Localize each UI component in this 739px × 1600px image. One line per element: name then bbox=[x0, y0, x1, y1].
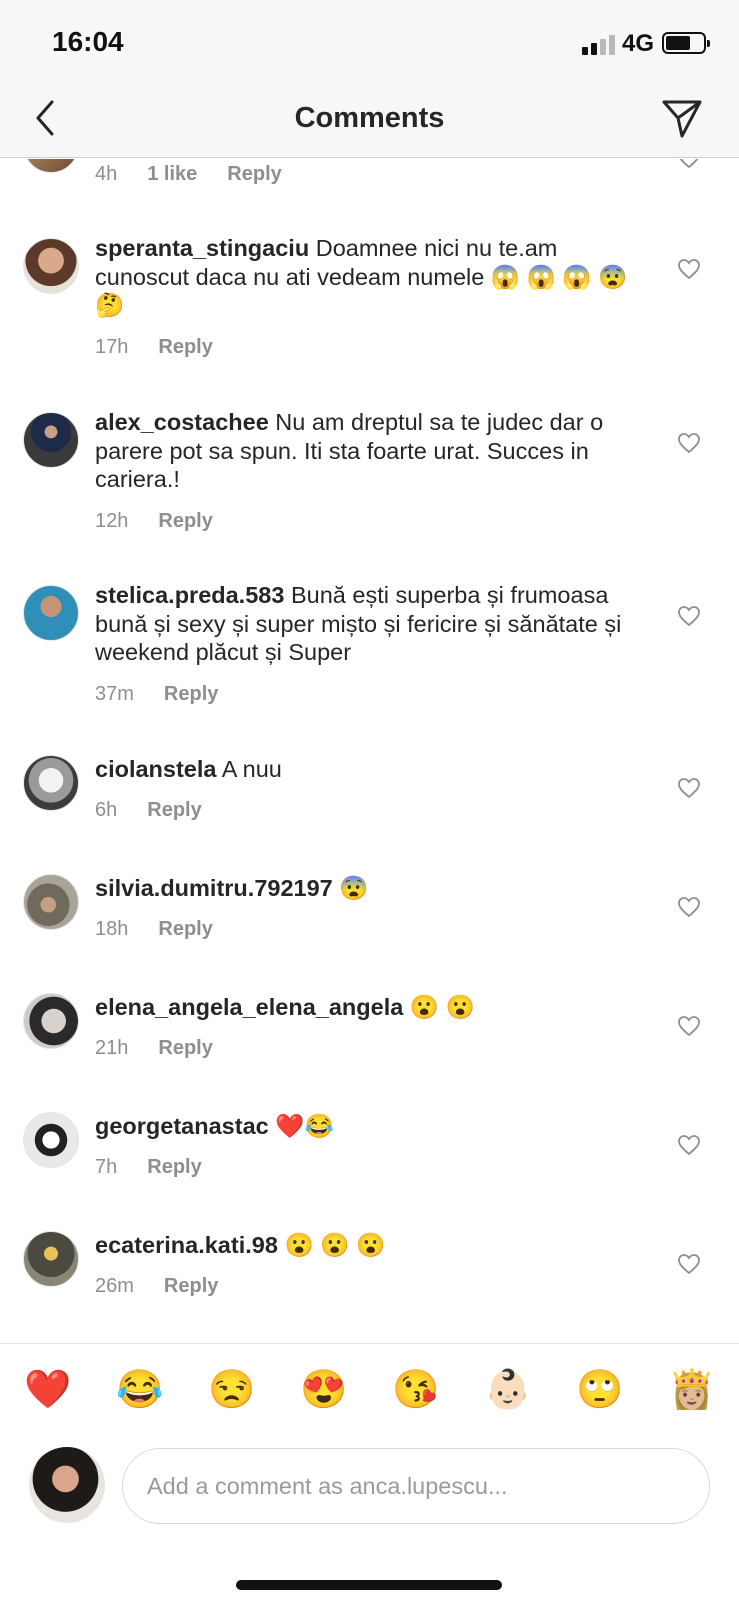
commenter-avatar[interactable] bbox=[23, 238, 79, 294]
comment-body: 😨 bbox=[339, 875, 369, 901]
reply-button[interactable]: Reply bbox=[158, 918, 212, 941]
comments-list[interactable]: 4h 1 like Reply speranta_stingaciu Doamn… bbox=[0, 159, 739, 1343]
reply-button[interactable]: Reply bbox=[158, 336, 212, 359]
comment-time: 6h bbox=[95, 799, 118, 821]
comment-body: ❤️😂 bbox=[275, 1113, 334, 1139]
emoji-princess-button[interactable]: 👸🏼 bbox=[668, 1366, 716, 1414]
comment-text: elena_angela_elena_angela 😮 😮 bbox=[95, 993, 635, 1022]
comment-username[interactable]: ecaterina.kati.98 bbox=[95, 1232, 278, 1258]
commenter-avatar[interactable] bbox=[23, 755, 79, 811]
comment-meta: 17h Reply bbox=[95, 336, 213, 359]
comment-text: speranta_stingaciu Doamnee nici nu te.am… bbox=[95, 234, 635, 320]
status-time: 16:04 bbox=[52, 26, 124, 57]
signal-icon bbox=[582, 33, 618, 55]
comment-input[interactable] bbox=[122, 1448, 710, 1524]
commenter-avatar[interactable] bbox=[23, 874, 79, 930]
comment-meta: 37m Reply bbox=[95, 683, 218, 706]
reply-button[interactable]: Reply bbox=[164, 683, 218, 706]
comment-meta: 4h 1 like Reply bbox=[95, 163, 282, 186]
heart-icon[interactable] bbox=[677, 1253, 701, 1275]
emoji-unamused-button[interactable]: 😒 bbox=[208, 1366, 256, 1414]
comment-body: 😮 😮 bbox=[409, 994, 475, 1020]
comment-username[interactable]: elena_angela_elena_angela bbox=[95, 994, 403, 1020]
comment-meta: 21h Reply bbox=[95, 1037, 213, 1060]
comment-time: 4h bbox=[95, 163, 118, 185]
emoji-laugh-button[interactable]: 😂 bbox=[116, 1366, 164, 1414]
commenter-avatar[interactable] bbox=[23, 993, 79, 1049]
comment-username[interactable]: alex_costachee bbox=[95, 409, 269, 435]
comment-text: ecaterina.kati.98 😮 😮 😮 bbox=[95, 1231, 635, 1260]
commenter-avatar[interactable] bbox=[23, 1112, 79, 1168]
comment-meta: 7h Reply bbox=[95, 1156, 202, 1179]
comment-text: alex_costachee Nu am dreptul sa te judec… bbox=[95, 408, 635, 494]
battery-icon bbox=[662, 32, 710, 54]
emoji-baby-button[interactable]: 👶🏻 bbox=[484, 1366, 532, 1414]
heart-icon[interactable] bbox=[677, 777, 701, 799]
comment-text: georgetanastac ❤️😂 bbox=[95, 1112, 635, 1141]
comment-username[interactable]: ciolanstela bbox=[95, 756, 216, 782]
comment-meta: 6h Reply bbox=[95, 799, 202, 822]
emoji-kiss-button[interactable]: 😘 bbox=[392, 1366, 440, 1414]
home-indicator bbox=[236, 1580, 502, 1590]
comment-meta: 18h Reply bbox=[95, 918, 213, 941]
my-avatar bbox=[29, 1447, 105, 1523]
comment-time: 7h bbox=[95, 1156, 118, 1178]
comment-time: 21h bbox=[95, 1037, 129, 1059]
comment-time: 18h bbox=[95, 918, 129, 940]
comment-time: 26m bbox=[95, 1275, 134, 1297]
nav-bar: Comments bbox=[0, 88, 739, 158]
comment-time: 12h bbox=[95, 510, 129, 532]
comment-time: 37m bbox=[95, 683, 134, 705]
emoji-heart-button[interactable]: ❤️ bbox=[24, 1366, 72, 1414]
comment-username[interactable]: georgetanastac bbox=[95, 1113, 269, 1139]
commenter-avatar[interactable] bbox=[23, 159, 79, 173]
reply-button[interactable]: Reply bbox=[147, 1156, 201, 1179]
commenter-avatar[interactable] bbox=[23, 412, 79, 468]
comment-body: A nuu bbox=[221, 756, 282, 782]
comment-meta: 26m Reply bbox=[95, 1275, 218, 1298]
heart-icon[interactable] bbox=[677, 605, 701, 627]
heart-icon[interactable] bbox=[677, 896, 701, 918]
heart-icon[interactable] bbox=[677, 432, 701, 454]
emoji-bar: ❤️ 😂 😒 😍 😘 👶🏻 🙄 👸🏼 bbox=[0, 1343, 739, 1438]
network-type: 4G bbox=[622, 30, 655, 57]
comment-username[interactable]: silvia.dumitru.792197 bbox=[95, 875, 333, 901]
paper-plane-icon bbox=[662, 100, 702, 138]
page-title: Comments bbox=[294, 102, 445, 134]
commenter-avatar[interactable] bbox=[23, 1231, 79, 1287]
comment-username[interactable]: speranta_stingaciu bbox=[95, 235, 309, 261]
heart-icon[interactable] bbox=[677, 1015, 701, 1037]
emoji-heart-eyes-button[interactable]: 😍 bbox=[300, 1366, 348, 1414]
reply-button[interactable]: Reply bbox=[158, 1037, 212, 1060]
reply-button[interactable]: Reply bbox=[227, 163, 281, 186]
reply-button[interactable]: Reply bbox=[164, 1275, 218, 1298]
comment-text: stelica.preda.583 Bună ești superba și f… bbox=[95, 581, 635, 667]
reply-button[interactable]: Reply bbox=[158, 510, 212, 533]
comment-time: 17h bbox=[95, 336, 129, 358]
comment-body: 😮 😮 😮 bbox=[284, 1232, 386, 1258]
reply-button[interactable]: Reply bbox=[147, 799, 201, 822]
comment-text: ciolanstela A nuu bbox=[95, 755, 635, 784]
status-bar: 16:04 4G bbox=[0, 0, 739, 88]
comment-text: silvia.dumitru.792197 😨 bbox=[95, 874, 635, 903]
comment-username[interactable]: stelica.preda.583 bbox=[95, 582, 284, 608]
heart-icon[interactable] bbox=[677, 1134, 701, 1156]
heart-icon[interactable] bbox=[677, 159, 701, 169]
comment-composer bbox=[0, 1438, 739, 1600]
share-button[interactable] bbox=[658, 94, 706, 142]
comment-meta: 12h Reply bbox=[95, 510, 213, 533]
comment-likes[interactable]: 1 like bbox=[147, 163, 197, 186]
heart-icon[interactable] bbox=[677, 258, 701, 280]
commenter-avatar[interactable] bbox=[23, 585, 79, 641]
emoji-eye-roll-button[interactable]: 🙄 bbox=[576, 1366, 624, 1414]
